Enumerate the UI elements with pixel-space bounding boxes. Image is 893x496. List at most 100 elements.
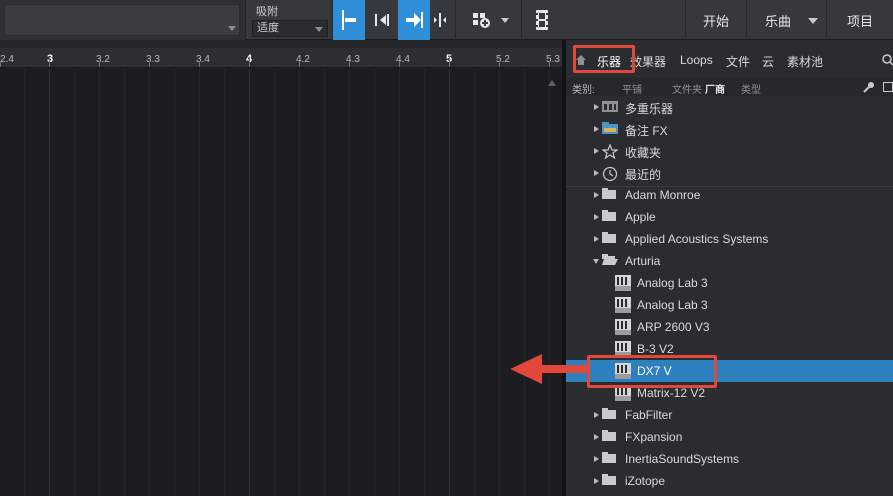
ruler-tick [199,61,200,67]
tab-cloud[interactable]: 云 [762,53,774,70]
plugin-item[interactable]: Analog Lab 3 [566,294,893,316]
tab-loops[interactable]: Loops [680,53,713,67]
tab-effects[interactable]: 效果器 [630,53,666,70]
expand-arrow-icon[interactable] [594,104,599,110]
film-icon [536,10,548,30]
split-button[interactable] [430,0,450,40]
vendor-folder-expanded[interactable]: Arturia [566,250,893,272]
vendor-folder[interactable]: iZotope [566,470,893,492]
star-icon [602,144,618,159]
browser-filter-bar: 类别: 平铺 文件夹 厂商 类型 [566,78,893,96]
grid-line [299,69,300,496]
filter-vendor[interactable]: 厂商 [705,81,725,96]
vendor-label: Applied Acoustics Systems [625,232,769,246]
ruler-tick [499,61,500,67]
vendor-folder[interactable]: FXpansion [566,426,893,448]
grid-line [374,69,375,496]
grid-line [399,69,400,496]
list-item-recent[interactable]: 最近的 [566,162,893,184]
grid-line [124,69,125,496]
filter-flat[interactable]: 平铺 [622,81,642,96]
expand-arrow-icon[interactable] [594,236,599,242]
vendor-label: iZotope [625,474,666,488]
timeline-ruler[interactable]: 2.4 3 3.2 3.3 3.4 4 4.2 4.3 4.4 5 5.2 5.… [0,48,562,68]
vendor-label: FabFilter [625,408,673,422]
vendor-folder[interactable]: InertiaSoundSystems [566,448,893,470]
clock-icon [602,166,618,182]
multi-instrument-icon [602,101,618,112]
plugin-item[interactable]: ARP 2600 V3 [566,316,893,338]
arrange-view[interactable] [0,69,562,496]
vendor-folder[interactable]: FabFilter [566,404,893,426]
browser-panel: 乐器 效果器 Loops 文件 云 素材池 类别: 平铺 文件夹 厂商 类型 多… [566,40,893,496]
vendor-label: Arturia [625,254,661,268]
plugin-icon [615,319,631,335]
ruler-label: 3 [47,53,54,65]
arrow-right-icon [406,12,423,28]
toolbar-field[interactable] [4,4,240,36]
nav-song-button[interactable]: 乐曲 [746,0,826,40]
vendor-folder[interactable]: Applied Acoustics Systems [566,228,893,250]
video-button[interactable] [530,0,554,40]
toolbar-left-area [0,0,245,40]
filter-type[interactable]: 类型 [741,81,761,96]
main-toolbar: 吸附 适度 开始 乐曲 项目 [0,0,893,40]
folder-icon [602,408,616,419]
list-view-icon[interactable] [883,82,893,92]
collapse-arrow-icon[interactable] [593,259,599,264]
list-item-label: 备注 FX [625,124,668,138]
vendor-folder[interactable]: Adam Monroe [566,184,893,206]
ruler-top-strip [0,40,562,48]
grid-line [224,69,225,496]
expand-arrow-icon[interactable] [594,214,599,220]
search-icon[interactable] [882,54,893,66]
plugin-label: B-3 V2 [637,342,674,356]
expand-arrow-icon[interactable] [594,478,599,484]
chevron-down-icon [315,27,323,32]
nav-project-button[interactable]: 项目 [826,0,893,40]
list-item-note-fx[interactable]: 备注 FX [566,118,893,140]
cursor-follow-button[interactable] [366,0,397,40]
ruler-tick [49,57,50,67]
grid-line [199,69,200,496]
vendor-folder[interactable]: Apple [566,206,893,228]
grid-menu-button[interactable] [468,0,514,40]
vendor-label: Apple [625,210,656,224]
grid-line [499,69,500,496]
grid-line [324,69,325,496]
expand-arrow-icon[interactable] [594,192,599,198]
expand-arrow-icon[interactable] [594,170,599,176]
grid-line [349,69,350,496]
tab-pool[interactable]: 素材池 [787,53,823,70]
grid-line [449,69,450,496]
toolbar-divider [521,0,522,40]
expand-arrow-icon[interactable] [594,412,599,418]
autoscroll-button[interactable] [398,0,430,40]
expand-arrow-icon[interactable] [594,456,599,462]
folder-icon [602,188,616,199]
list-item-favorites[interactable]: 收藏夹 [566,140,893,162]
plugin-icon [615,275,631,291]
snap-select[interactable]: 适度 [252,20,328,37]
expand-arrow-icon[interactable] [594,148,599,154]
plugin-label: ARP 2600 V3 [637,320,710,334]
tab-files[interactable]: 文件 [726,53,750,70]
ruler-tick [549,61,550,67]
chevron-down-icon [228,26,236,31]
filter-label: 类别: [572,85,595,96]
filter-folder[interactable]: 文件夹 [672,81,702,96]
toolbar-divider [455,0,456,40]
expand-arrow-icon[interactable] [594,126,599,132]
grid-line [424,69,425,496]
ruler-tick [449,57,450,67]
timebase-button[interactable] [333,0,365,40]
wrench-icon[interactable] [863,81,875,93]
nav-start-button[interactable]: 开始 [685,0,746,40]
grid-line [249,69,250,496]
plugin-item[interactable]: Analog Lab 3 [566,272,893,294]
grid-line [474,69,475,496]
expand-arrow-icon[interactable] [594,434,599,440]
grid-line [49,69,50,496]
scroll-up-arrow-icon[interactable] [548,80,556,86]
list-item-multi-instruments[interactable]: 多重乐器 [566,96,893,118]
